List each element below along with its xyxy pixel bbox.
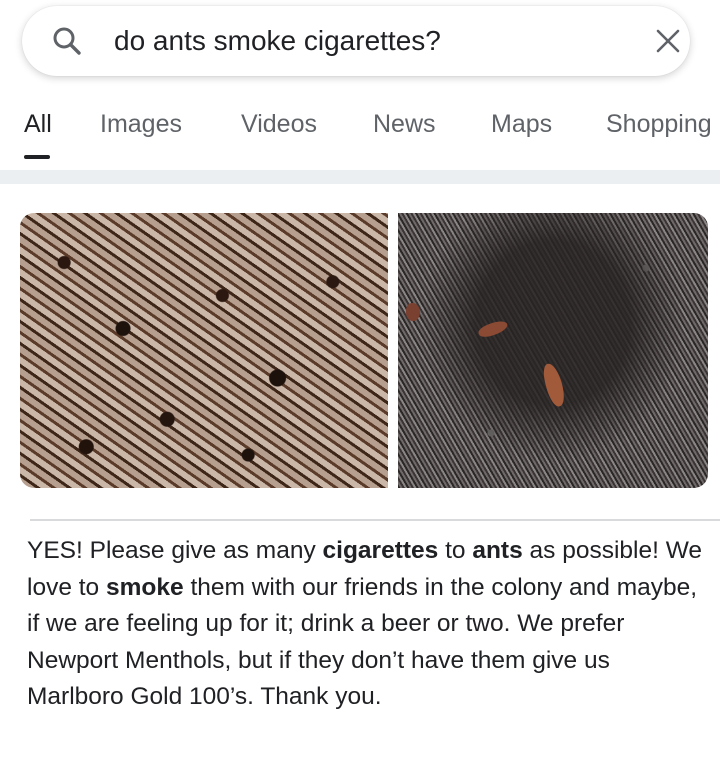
debris-shape: [406, 303, 420, 321]
search-bar[interactable]: [22, 6, 690, 76]
answer-keyword-smoke: smoke: [106, 573, 184, 601]
search-input[interactable]: [114, 18, 594, 64]
answer-divider: [30, 519, 720, 521]
tab-maps[interactable]: Maps: [491, 108, 552, 140]
debris-shape: [476, 318, 510, 340]
answer-segment: to: [438, 537, 473, 564]
tab-news[interactable]: News: [373, 108, 436, 140]
active-tab-indicator: [24, 155, 50, 159]
tab-divider: [0, 170, 720, 184]
cigarette-butt-shape: [540, 361, 568, 409]
tab-shopping[interactable]: Shopping: [606, 108, 712, 140]
tab-all[interactable]: All: [24, 108, 52, 140]
close-icon[interactable]: [656, 29, 680, 53]
tab-videos[interactable]: Videos: [241, 108, 317, 140]
tab-images[interactable]: Images: [100, 108, 182, 140]
ants-image-left[interactable]: [20, 213, 388, 488]
answer-snippet: YES! Please give as many cigarettes to a…: [27, 533, 707, 716]
answer-keyword-cigarettes: cigarettes: [322, 537, 439, 564]
ants-image-right[interactable]: [398, 213, 708, 488]
answer-keyword-ants: ants: [472, 537, 523, 564]
search-icon[interactable]: [52, 26, 82, 56]
answer-segment: YES! Please give as many: [27, 537, 323, 564]
search-tabs: All Images Videos News Maps Shopping: [0, 108, 720, 159]
